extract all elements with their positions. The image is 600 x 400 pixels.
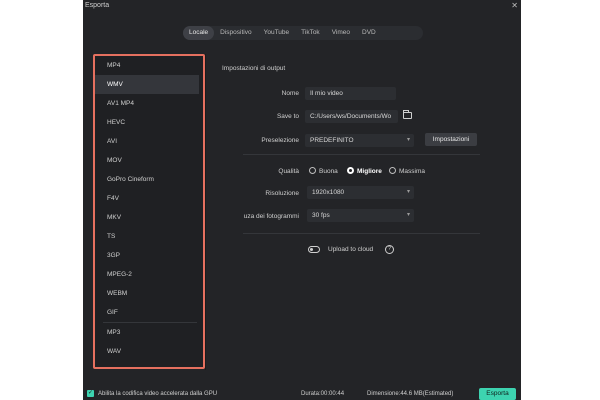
format-item-ts[interactable]: TS (95, 227, 203, 246)
format-item-av1-mp4[interactable]: AV1 MP4 (95, 94, 203, 113)
tab-youtube[interactable]: YouTube (258, 26, 296, 40)
chevron-down-icon: ▾ (406, 137, 410, 143)
format-item-mov[interactable]: MOV (95, 151, 203, 170)
toggle-knob (310, 248, 313, 251)
settings-button[interactable]: Impostazioni (425, 133, 477, 146)
save-path-value: C:/Users/ws/Documents/Wo (310, 113, 392, 120)
tab-locale[interactable]: Locale (183, 26, 215, 40)
name-input[interactable]: Il mio video (305, 87, 396, 100)
quality-label: Qualità (278, 168, 299, 175)
format-item-mp4[interactable]: MP4 (95, 56, 203, 75)
name-value: Il mio video (310, 90, 343, 97)
duration-text: Durata:00:00:44 (301, 391, 345, 397)
resolution-select[interactable]: 1920x1080 ▾ (307, 186, 414, 199)
format-item-mpeg-2[interactable]: MPEG-2 (95, 265, 203, 284)
framerate-value: 30 fps (312, 212, 330, 219)
format-item-webm[interactable]: WEBM (95, 284, 203, 303)
sidebar-divider (205, 54, 206, 370)
save-to-label: Save to (276, 113, 299, 120)
tab-tiktok[interactable]: TikTok (295, 26, 326, 40)
save-path-input[interactable]: C:/Users/ws/Documents/Wo (305, 110, 398, 123)
quality-radio-massima[interactable] (389, 167, 396, 174)
quality-label-massima: Massima (399, 168, 426, 175)
export-window: Esporta ✕ Locale Dispositivo YouTube TikTok… (83, 0, 521, 400)
tab-vimeo[interactable]: Vimeo (326, 26, 356, 40)
chevron-down-icon: ▾ (406, 212, 410, 218)
quality-radio-migliore[interactable] (347, 167, 354, 174)
folder-icon[interactable] (403, 110, 412, 119)
format-item-hevc[interactable]: HEVC (95, 113, 203, 132)
format-item-mp3[interactable]: MP3 (95, 323, 203, 342)
export-button[interactable]: Esporta (479, 388, 516, 400)
format-item-wmv[interactable]: WMV (95, 75, 199, 94)
footer-bar: ✓ Abilita la codifica video accelerata d… (83, 386, 521, 400)
format-item-3gp[interactable]: 3GP (95, 246, 203, 265)
chevron-down-icon: ▾ (406, 189, 410, 195)
tab-dispositivo[interactable]: Dispositivo (214, 26, 257, 40)
preset-label: Preselezione (261, 137, 299, 144)
format-item-gif[interactable]: GIF (95, 303, 203, 322)
size-text: Dimensione:44.6 MB(Estimated) (367, 391, 454, 397)
quality-radio-buona[interactable] (309, 167, 316, 174)
format-item-avi[interactable]: AVI (95, 132, 203, 151)
checkbox-icon[interactable]: ✓ (87, 390, 94, 397)
quality-label-migliore: Migliore (357, 168, 382, 175)
format-item-gopro-cineform[interactable]: GoPro Cineform (95, 170, 203, 189)
framerate-label: uza dei fotogrammi (243, 213, 299, 220)
resolution-value: 1920x1080 (312, 189, 345, 196)
format-item-wav[interactable]: WAV (95, 342, 203, 361)
format-item-mkv[interactable]: MKV (95, 208, 203, 227)
name-label: Nome (281, 90, 299, 97)
tab-dvd[interactable]: DVD (356, 26, 382, 40)
preset-value: PREDEFINITO (310, 137, 354, 144)
section-divider (243, 154, 480, 155)
help-icon[interactable]: ? (385, 245, 394, 254)
framerate-select[interactable]: 30 fps ▾ (307, 209, 414, 222)
cloud-upload-toggle[interactable] (308, 246, 320, 253)
window-title: Esporta (85, 2, 110, 9)
preset-select[interactable]: PREDEFINITO ▾ (305, 134, 414, 147)
export-target-tabs: Locale Dispositivo YouTube TikTok Vimeo DVD (183, 26, 423, 40)
title-bar: Esporta ✕ (83, 0, 521, 14)
quality-label-buona: Buona (319, 168, 338, 175)
close-icon[interactable]: ✕ (511, 1, 518, 10)
cloud-upload-label: Upload to cloud (328, 246, 374, 253)
section-divider (243, 233, 480, 234)
section-title: Impostazioni di output (222, 65, 286, 72)
resolution-label: Risoluzione (265, 190, 299, 197)
format-list: MP4 WMV AV1 MP4 HEVC AVI MOV GoPro Cineform F4V… (93, 54, 205, 369)
format-item-f4v[interactable]: F4V (95, 189, 203, 208)
gpu-acceleration-label: Abilita la codifica video accelerata dal… (98, 391, 218, 397)
